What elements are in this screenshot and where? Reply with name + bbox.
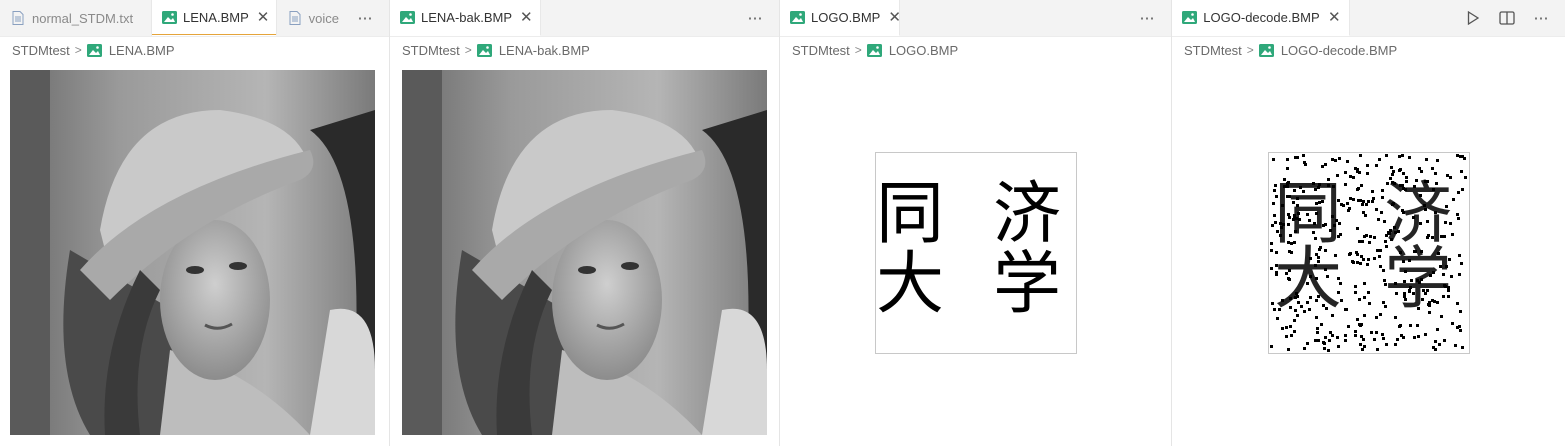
logo-char: 同 [876, 175, 944, 254]
tab-label: LENA.BMP [183, 10, 249, 25]
breadcrumb: STDMtest > LOGO.BMP [780, 37, 1171, 63]
run-icon[interactable] [1463, 8, 1483, 28]
tab-lena[interactable]: LENA.BMP ✕ [152, 0, 277, 36]
image-icon [790, 11, 805, 25]
chevron-right-icon: > [854, 43, 862, 57]
logo-bitmap: 同 济 大 学 [875, 152, 1077, 354]
image-icon [162, 11, 177, 25]
tab-label: LOGO.BMP [811, 10, 881, 25]
breadcrumb-file[interactable]: LENA-bak.BMP [499, 43, 590, 58]
more-actions-icon[interactable]: ⋯ [1137, 8, 1157, 28]
file-text-icon [287, 11, 303, 25]
breadcrumb-file[interactable]: LOGO-decode.BMP [1281, 43, 1397, 58]
tab-bar: normal_STDM.txt LENA.BMP ✕ voice ⋯ [0, 0, 389, 37]
breadcrumb-folder[interactable]: STDMtest [792, 43, 850, 58]
editor-group-1: normal_STDM.txt LENA.BMP ✕ voice ⋯ STDMt… [0, 0, 390, 446]
editor-group-4: LOGO-decode.BMP ✕ ⋯ STDMtest > LOGO-deco… [1172, 0, 1565, 446]
logo-char: 学 [993, 245, 1061, 324]
tab-logo-decode[interactable]: LOGO-decode.BMP ✕ [1172, 0, 1350, 36]
logo-char: 学 [1384, 240, 1452, 319]
tab-label: LENA-bak.BMP [421, 10, 513, 25]
image-icon [476, 43, 493, 57]
more-actions-icon[interactable]: ⋯ [745, 8, 765, 28]
chevron-right-icon: > [74, 43, 82, 57]
tab-bar: LOGO-decode.BMP ✕ ⋯ [1172, 0, 1565, 37]
logo-char: 济 [993, 175, 1061, 254]
tab-bar: LOGO.BMP ✕ ⋯ [780, 0, 1171, 37]
tab-bar: LENA-bak.BMP ✕ ⋯ [390, 0, 779, 37]
chevron-right-icon: > [1246, 43, 1254, 57]
tab-voice[interactable]: voice [277, 0, 347, 36]
image-icon [86, 43, 103, 57]
image-icon [1182, 11, 1198, 25]
chevron-right-icon: > [464, 43, 472, 57]
breadcrumb: STDMtest > LENA-bak.BMP [390, 37, 779, 63]
editor-group-2: LENA-bak.BMP ✕ ⋯ STDMtest > LENA-bak.BMP [390, 0, 780, 446]
logo-char: 大 [1274, 240, 1342, 319]
editor-group-3: LOGO.BMP ✕ ⋯ STDMtest > LOGO.BMP 同 济 大 学 [780, 0, 1172, 446]
logo-char: 大 [876, 245, 944, 324]
image-icon [1258, 43, 1275, 57]
tab-label: normal_STDM.txt [32, 10, 134, 26]
editor-area: normal_STDM.txt LENA.BMP ✕ voice ⋯ STDMt… [0, 0, 1565, 446]
breadcrumb-file[interactable]: LOGO.BMP [889, 43, 958, 58]
image-icon [866, 43, 883, 57]
lena-photo [402, 70, 767, 435]
close-icon[interactable]: ✕ [1328, 10, 1341, 25]
more-actions-icon[interactable]: ⋯ [355, 8, 375, 28]
close-icon[interactable]: ✕ [257, 10, 270, 25]
tab-normal-stdm[interactable]: normal_STDM.txt [0, 0, 152, 36]
lena-photo [10, 70, 375, 435]
file-text-icon [10, 11, 26, 25]
tab-label: LOGO-decode.BMP [1203, 10, 1320, 25]
breadcrumb: STDMtest > LENA.BMP [0, 37, 389, 63]
more-actions-icon[interactable]: ⋯ [1531, 8, 1551, 28]
breadcrumb-file[interactable]: LENA.BMP [109, 43, 175, 58]
decoded-logo-bitmap: 同 济 大 学 [1268, 152, 1470, 354]
breadcrumb-folder[interactable]: STDMtest [402, 43, 460, 58]
close-icon[interactable]: ✕ [520, 10, 533, 25]
tab-logo[interactable]: LOGO.BMP ✕ [780, 0, 901, 36]
tab-label: voice [308, 10, 339, 26]
image-icon [400, 11, 415, 25]
breadcrumb-folder[interactable]: STDMtest [1184, 43, 1242, 58]
tab-lena-bak[interactable]: LENA-bak.BMP ✕ [390, 0, 541, 36]
breadcrumb: STDMtest > LOGO-decode.BMP [1172, 37, 1565, 63]
breadcrumb-folder[interactable]: STDMtest [12, 43, 70, 58]
split-editor-icon[interactable] [1497, 8, 1517, 28]
